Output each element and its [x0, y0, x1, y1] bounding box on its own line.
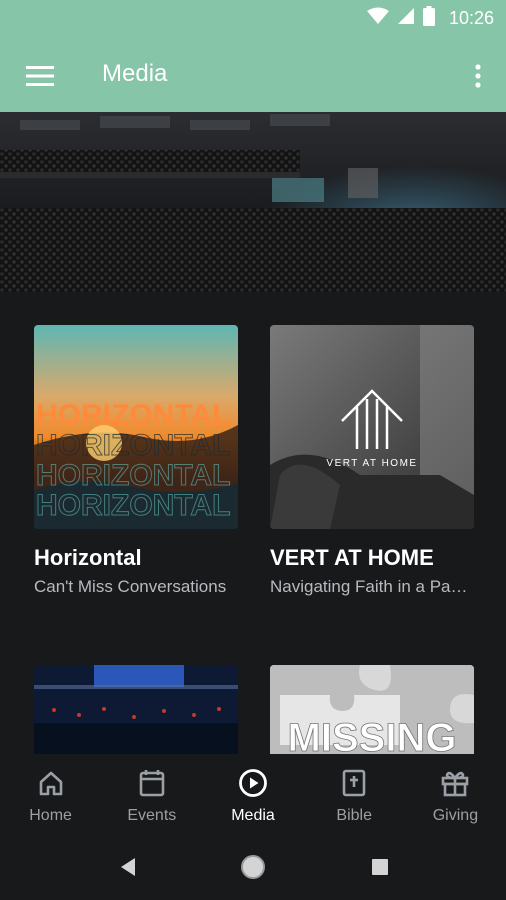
media-card-title: Horizontal — [34, 545, 142, 570]
cell-signal-icon — [397, 7, 415, 30]
media-card-thumbnail: HORIZONTAL HORIZONTAL HORIZONTAL HORIZON… — [34, 325, 238, 529]
home-circle-icon[interactable] — [238, 852, 268, 882]
battery-icon — [422, 5, 435, 31]
media-card-thumbnail: MISSING — [270, 665, 474, 754]
nav-giving[interactable]: Giving — [405, 754, 506, 834]
nav-bible[interactable]: Bible — [304, 754, 405, 834]
svg-text:HORIZONTAL: HORIZONTAL — [36, 429, 230, 462]
status-icons: 10:26 — [366, 0, 494, 36]
media-card-title: VERT AT HOME — [270, 545, 434, 570]
wifi-icon — [366, 7, 389, 30]
back-icon[interactable] — [113, 852, 143, 882]
svg-text:HORIZONTAL: HORIZONTAL — [36, 459, 230, 492]
nav-events[interactable]: Events — [101, 754, 202, 834]
nav-label: Home — [29, 807, 72, 824]
vert-art-text: VERT AT HOME — [326, 458, 417, 469]
hamburger-menu-icon[interactable] — [22, 58, 58, 94]
nav-label: Media — [231, 807, 275, 824]
bottom-navigation: Home Events Media Bible Giving — [0, 754, 506, 834]
media-card-vert-at-home[interactable]: VERT AT HOME VERT AT HOME Navigating Fai… — [270, 325, 474, 597]
media-card-thumbnail — [34, 665, 238, 754]
media-card-horizontal[interactable]: HORIZONTAL HORIZONTAL HORIZONTAL HORIZON… — [34, 325, 238, 597]
home-icon — [36, 768, 66, 798]
media-grid: HORIZONTAL HORIZONTAL HORIZONTAL HORIZON… — [0, 292, 506, 754]
nav-label: Bible — [336, 807, 372, 824]
media-card-missing[interactable]: MISSING — [270, 665, 474, 754]
media-card-thumbnail: VERT AT HOME — [270, 325, 474, 529]
media-card-subtitle: Navigating Faith in a Pandemic — [270, 577, 474, 596]
nav-home[interactable]: Home — [0, 754, 101, 834]
bible-icon — [339, 768, 369, 798]
system-navigation-bar — [0, 834, 506, 900]
calendar-icon — [137, 768, 167, 798]
gift-icon — [440, 768, 470, 798]
clock: 10:26 — [448, 7, 494, 28]
nav-label: Events — [127, 807, 177, 824]
media-card-concert[interactable] — [34, 665, 238, 754]
status-bar: 10:26 — [0, 0, 506, 36]
page-title: Media — [102, 60, 168, 87]
svg-text:HORIZONTAL: HORIZONTAL — [36, 489, 230, 522]
nav-media[interactable]: Media — [202, 754, 303, 834]
missing-art-text: MISSING — [288, 716, 457, 754]
play-circle-icon — [238, 768, 268, 798]
hero-banner-image — [0, 112, 506, 292]
horizontal-art-text: HORIZONTAL — [36, 399, 230, 432]
nav-label: Giving — [432, 807, 479, 824]
recents-icon[interactable] — [365, 852, 395, 882]
app-bar: Media — [0, 36, 506, 112]
media-card-subtitle: Can't Miss Conversations — [34, 577, 227, 596]
more-vert-icon[interactable] — [466, 58, 490, 94]
